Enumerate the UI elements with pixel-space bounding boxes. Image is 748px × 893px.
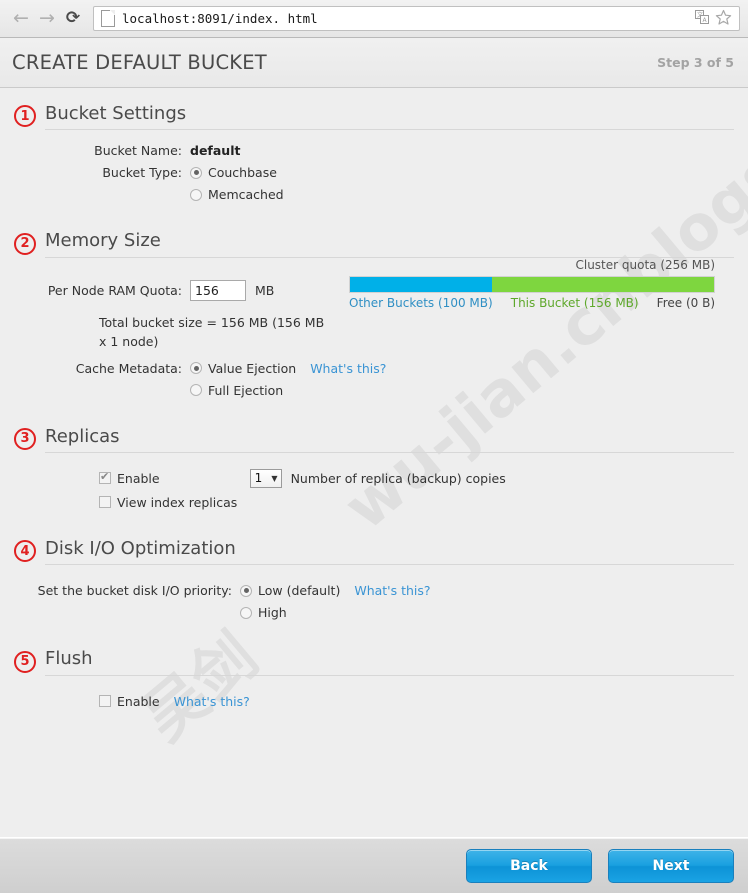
section-title: Replicas — [45, 425, 734, 453]
section-body: Set the bucket disk I/O priority: Low (d… — [14, 565, 734, 633]
chevron-down-icon: ▼ — [271, 473, 278, 483]
browser-toolbar: ← → ⟳ localhost:8091/index. html 文 A — [0, 0, 748, 38]
section-body: Enable 1 ▼ Number of replica (backup) co… — [14, 453, 734, 523]
radio-bucket-type-couchbase[interactable] — [190, 166, 202, 179]
disk-io-priority-row-low[interactable]: Set the bucket disk I/O priority: Low (d… — [14, 583, 734, 598]
section-bucket-settings: 1 Bucket Settings Bucket Name: default B… — [14, 88, 734, 215]
page-icon — [101, 10, 115, 27]
bucket-name-value: default — [190, 143, 241, 159]
section-body: Enable What's this? — [14, 676, 734, 722]
radio-disk-io-high[interactable] — [240, 606, 252, 619]
address-bar-icons: 文 A — [695, 9, 735, 29]
legend-other-buckets: Other Buckets (100 MB) — [349, 295, 493, 310]
disk-io-low-label: Low (default) — [258, 583, 341, 599]
disk-io-priority-label: Set the bucket disk I/O priority: — [37, 583, 232, 599]
disk-io-priority-row-high[interactable]: High — [14, 605, 734, 620]
section-header: 3 Replicas — [14, 411, 734, 453]
back-button[interactable]: Back — [466, 848, 592, 883]
checkbox-replicas-enable[interactable] — [99, 470, 111, 485]
flush-enable-row: Enable What's this? — [14, 694, 734, 709]
whats-this-link-disk-io[interactable]: What's this? — [354, 583, 430, 598]
wizard-content: 吴剑 wu-jian.cnblogs.com 1 Bucket Settings… — [0, 88, 748, 837]
address-bar[interactable]: localhost:8091/index. html 文 A — [93, 6, 740, 31]
section-title: Bucket Settings — [45, 102, 734, 131]
ram-quota-unit: MB — [255, 282, 275, 298]
quota-visualization: Cluster quota (256 MB) Other Buckets (10… — [349, 258, 715, 310]
disk-io-high-label: High — [258, 605, 287, 621]
cache-metadata-row-full[interactable]: Full Ejection — [14, 383, 734, 398]
whats-this-link-cache[interactable]: What's this? — [310, 361, 386, 376]
cache-metadata-row-value[interactable]: Cache Metadata: Value Ejection What's th… — [14, 361, 734, 376]
bucket-type-couchbase-label: Couchbase — [208, 165, 277, 181]
next-button[interactable]: Next — [608, 848, 734, 883]
page-title: CREATE DEFAULT BUCKET — [12, 51, 267, 74]
section-body: Per Node RAM Quota: MB Cluster quota (25… — [14, 258, 734, 411]
section-header: 2 Memory Size — [14, 215, 734, 258]
view-index-replicas-label: View index replicas — [117, 494, 238, 510]
section-header: 1 Bucket Settings — [14, 88, 734, 131]
section-title: Disk I/O Optimization — [45, 537, 734, 566]
reload-icon[interactable]: ⟳ — [60, 6, 86, 32]
ram-quota-label: Per Node RAM Quota: — [47, 282, 182, 298]
wizard-footer: Back Next — [0, 837, 748, 893]
view-index-replicas-row: View index replicas — [14, 495, 734, 510]
legend-free: Free (0 B) — [656, 295, 715, 310]
flush-enable-label: Enable — [117, 693, 160, 709]
quota-bar-legend: Other Buckets (100 MB) This Bucket (156 … — [349, 296, 715, 310]
section-disk-io: 4 Disk I/O Optimization Set the bucket d… — [14, 523, 734, 633]
section-title: Flush — [45, 647, 734, 676]
section-number: 3 — [14, 427, 36, 450]
quota-bar-segment-other — [350, 276, 493, 292]
ram-quota-input[interactable] — [190, 279, 246, 301]
cache-value-ejection-label: Value Ejection — [208, 360, 297, 376]
bucket-type-label: Bucket Type: — [102, 165, 182, 181]
bucket-name-label: Bucket Name: — [94, 143, 182, 159]
radio-bucket-type-memcached[interactable] — [190, 188, 202, 201]
radio-cache-full-ejection[interactable] — [190, 384, 202, 397]
back-icon[interactable]: ← — [8, 6, 34, 32]
radio-disk-io-low[interactable] — [240, 584, 252, 597]
step-indicator: Step 3 of 5 — [657, 55, 734, 70]
forward-icon[interactable]: → — [34, 6, 60, 32]
cluster-quota-label: Cluster quota (256 MB) — [575, 257, 715, 272]
section-number: 5 — [14, 650, 36, 673]
section-title: Memory Size — [45, 229, 734, 258]
replica-count-label: Number of replica (backup) copies — [290, 470, 506, 486]
cache-full-ejection-label: Full Ejection — [208, 382, 284, 398]
cache-metadata-label: Cache Metadata: — [75, 360, 182, 376]
checkbox-view-index-replicas[interactable] — [99, 496, 111, 509]
whats-this-link-flush[interactable]: What's this? — [174, 694, 250, 709]
section-replicas: 3 Replicas Enable 1 ▼ Number of replica … — [14, 411, 734, 523]
bucket-type-row-memcached[interactable]: Memcached — [14, 187, 734, 202]
bucket-type-row-couchbase[interactable]: Bucket Type: Couchbase — [14, 165, 734, 180]
checkbox-flush-enable[interactable] — [99, 695, 111, 708]
replica-count-select[interactable]: 1 ▼ — [249, 468, 282, 488]
section-body: Bucket Name: default Bucket Type: Couchb… — [14, 130, 734, 215]
radio-cache-value-ejection[interactable] — [190, 362, 202, 375]
url-text: localhost:8091/index. html — [122, 11, 318, 26]
legend-this-bucket: This Bucket (156 MB) — [510, 295, 639, 310]
quota-bar — [349, 275, 715, 293]
translate-icon[interactable]: 文 A — [695, 9, 710, 28]
bucket-type-memcached-label: Memcached — [208, 187, 284, 203]
total-bucket-size: Total bucket size = 156 MB (156 MB x 1 n… — [99, 314, 325, 350]
star-icon[interactable] — [715, 9, 732, 29]
replicas-enable-row: Enable 1 ▼ Number of replica (backup) co… — [14, 468, 734, 488]
section-number: 1 — [14, 105, 36, 128]
page-header: CREATE DEFAULT BUCKET Step 3 of 5 — [0, 38, 748, 88]
section-number: 2 — [14, 232, 36, 255]
section-header: 5 Flush — [14, 633, 734, 676]
replica-count-value: 1 — [254, 471, 263, 486]
section-memory-size: 2 Memory Size Per Node RAM Quota: MB Clu… — [14, 215, 734, 410]
bucket-name-row: Bucket Name: default — [14, 143, 734, 158]
section-number: 4 — [14, 540, 36, 563]
section-header: 4 Disk I/O Optimization — [14, 523, 734, 566]
replicas-enable-label: Enable — [117, 470, 160, 486]
section-flush: 5 Flush Enable What's this? — [14, 633, 734, 721]
ram-quota-row: Per Node RAM Quota: MB Cluster quota (25… — [14, 258, 734, 310]
quota-bar-segment-this — [492, 276, 714, 292]
